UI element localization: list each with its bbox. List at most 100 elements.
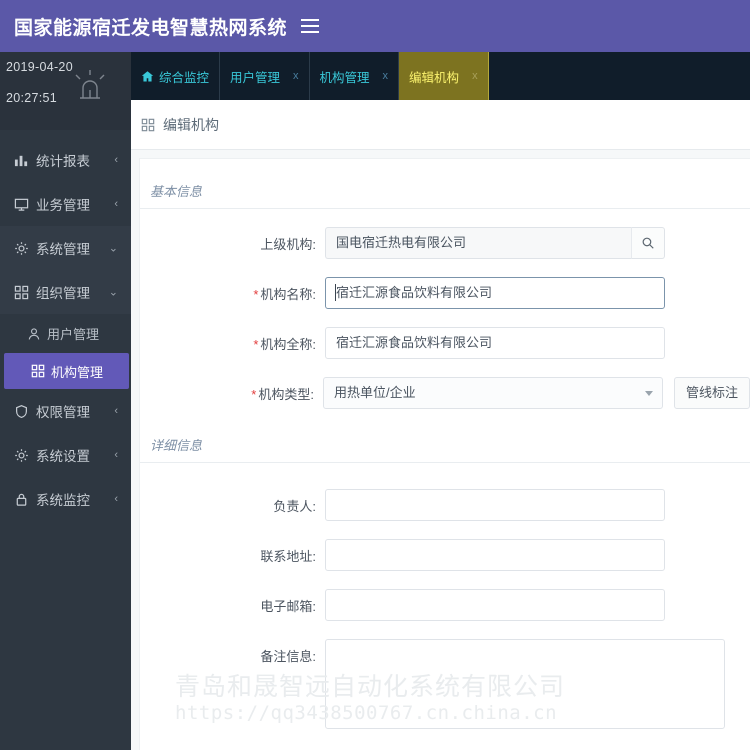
alarm-bell-icon [73, 66, 107, 106]
lock-icon [12, 490, 30, 508]
section-title-detail: 详细信息 [150, 438, 203, 453]
sidebar-item-user-management[interactable]: 用户管理 [0, 314, 131, 353]
sidebar-item-label: 权限管理 [36, 405, 90, 420]
page-title-label: 编辑机构 [163, 116, 219, 133]
required-marker: * [253, 337, 259, 352]
tab-edit-organization[interactable]: 编辑机构 x [399, 52, 489, 100]
chevron-left-icon: ‹ [114, 154, 118, 166]
tab-user-management[interactable]: 用户管理 x [220, 52, 310, 100]
org-type-selected-value: 用热单位/企业 [333, 385, 416, 400]
address-input[interactable] [325, 539, 665, 571]
gear-icon [12, 446, 30, 464]
sidebar-item-system-management[interactable]: 系统管理 ⌄ [0, 226, 131, 270]
email-input[interactable] [325, 589, 665, 621]
text-cursor [335, 284, 336, 301]
home-icon [141, 70, 154, 83]
chevron-left-icon: ‹ [114, 405, 118, 417]
manager-field-group [325, 489, 665, 521]
required-marker: * [253, 287, 259, 302]
sidebar-item-permission-management[interactable]: 权限管理 ‹ [0, 389, 131, 433]
field-label: 负责人: [273, 499, 316, 514]
tab-bar: 综合监控 用户管理 x 机构管理 x 编辑机构 x [131, 52, 750, 100]
chevron-left-icon: ‹ [114, 493, 118, 505]
org-name-field-group: 宿迁汇源食品饮料有限公司 [325, 277, 665, 309]
remark-field-group [325, 639, 725, 729]
field-row-remark: 备注信息: [140, 639, 750, 729]
tab-label: 用户管理 [230, 70, 281, 85]
sidebar-item-org-management[interactable]: 机构管理 [4, 353, 129, 389]
sidebar-item-system-monitor[interactable]: 系统监控 ‹ [0, 477, 131, 521]
sidebar: 2019-04-20 20:27:51 统计报表 ‹ 业务管理 ‹ 系统管理 ⌄… [0, 52, 131, 750]
chevron-down-icon: ⌄ [108, 242, 118, 255]
pipeline-annotation-button[interactable]: 管线标注 [673, 377, 750, 409]
user-icon [26, 326, 42, 342]
bar-chart-icon [12, 151, 30, 169]
tab-label: 编辑机构 [409, 70, 460, 85]
email-field-group [325, 589, 665, 621]
sidebar-item-label: 系统监控 [36, 493, 90, 508]
app-root: 国家能源宿迁发电智慧热网系统 2019-04-20 20:27:51 统计报表 … [0, 0, 750, 750]
chevron-down-icon: ⌄ [108, 286, 118, 299]
org-name-input[interactable]: 宿迁汇源食品饮料有限公司 [325, 277, 665, 309]
grid-icon [12, 283, 30, 301]
chevron-left-icon: ‹ [114, 198, 118, 210]
sidebar-item-statistics[interactable]: 统计报表 ‹ [0, 138, 131, 182]
field-row-address: 联系地址: [140, 539, 750, 571]
monitor-icon [12, 195, 30, 213]
page-title: 编辑机构 [131, 100, 750, 150]
sidebar-item-system-settings[interactable]: 系统设置 ‹ [0, 433, 131, 477]
field-row-org-type: * 机构类型: 用热单位/企业 管线标注 [140, 377, 750, 409]
field-label: 联系地址: [260, 549, 316, 564]
tab-comprehensive-monitoring[interactable]: 综合监控 [131, 52, 221, 100]
form-card: 基本信息 上级机构: 国电宿迁热电有限公司 * 机构名称: 宿迁汇源食品饮料有限… [139, 158, 750, 750]
section-divider [140, 208, 750, 209]
tab-label: 综合监控 [159, 70, 210, 85]
sidebar-menu: 统计报表 ‹ 业务管理 ‹ 系统管理 ⌄ 组织管理 ⌄ 用户管理 机构管理 权限… [0, 130, 131, 521]
parent-org-field-group: 国电宿迁热电有限公司 [325, 227, 665, 259]
close-icon[interactable]: x [472, 70, 478, 82]
tab-org-management[interactable]: 机构管理 x [310, 52, 400, 100]
clock-widget: 2019-04-20 20:27:51 [0, 52, 131, 130]
required-marker: * [251, 387, 257, 402]
close-icon[interactable]: x [293, 70, 299, 82]
remark-textarea[interactable] [325, 639, 725, 729]
org-fullname-input[interactable]: 宿迁汇源食品饮料有限公司 [325, 327, 665, 359]
org-type-field-group: 用热单位/企业 管线标注 [322, 377, 750, 409]
sidebar-item-label: 系统设置 [36, 449, 90, 464]
field-row-parent-org: 上级机构: 国电宿迁热电有限公司 [140, 227, 750, 259]
shield-icon [12, 402, 30, 420]
sidebar-item-label: 用户管理 [47, 327, 100, 342]
field-label: * 机构类型: [251, 387, 314, 402]
gear-icon [12, 239, 30, 257]
org-fullname-field-group: 宿迁汇源食品饮料有限公司 [325, 327, 665, 359]
field-label: 电子邮箱: [260, 599, 316, 614]
grid-icon [30, 363, 46, 379]
search-icon[interactable] [631, 227, 665, 259]
chevron-down-icon [644, 391, 653, 396]
app-header: 国家能源宿迁发电智慧热网系统 [0, 0, 750, 52]
sidebar-item-label: 统计报表 [36, 154, 90, 169]
clock-time: 20:27:51 [6, 91, 58, 105]
field-label: 备注信息: [260, 649, 316, 664]
chevron-left-icon: ‹ [114, 449, 118, 461]
section-divider [140, 462, 750, 463]
manager-input[interactable] [325, 489, 665, 521]
grid-icon [141, 118, 155, 132]
content-area: 编辑机构 基本信息 上级机构: 国电宿迁热电有限公司 * 机构名称: 宿迁汇源食… [131, 100, 750, 750]
sidebar-item-label: 组织管理 [36, 286, 90, 301]
sidebar-item-business[interactable]: 业务管理 ‹ [0, 182, 131, 226]
field-row-org-fullname: * 机构全称: 宿迁汇源食品饮料有限公司 [140, 327, 750, 359]
tab-label: 机构管理 [319, 70, 370, 85]
app-title: 国家能源宿迁发电智慧热网系统 [14, 17, 288, 39]
sidebar-item-organization-management[interactable]: 组织管理 ⌄ [0, 270, 131, 314]
field-row-email: 电子邮箱: [140, 589, 750, 621]
menu-toggle-icon[interactable] [301, 19, 320, 33]
sidebar-item-label: 业务管理 [36, 198, 90, 213]
close-icon[interactable]: x [383, 70, 389, 82]
parent-org-input[interactable]: 国电宿迁热电有限公司 [325, 227, 631, 259]
field-label: * 机构名称: [253, 287, 316, 302]
sidebar-item-label: 系统管理 [36, 242, 90, 257]
field-row-manager: 负责人: [140, 489, 750, 521]
org-type-select[interactable]: 用热单位/企业 [322, 377, 663, 409]
field-label: * 机构全称: [253, 337, 316, 352]
